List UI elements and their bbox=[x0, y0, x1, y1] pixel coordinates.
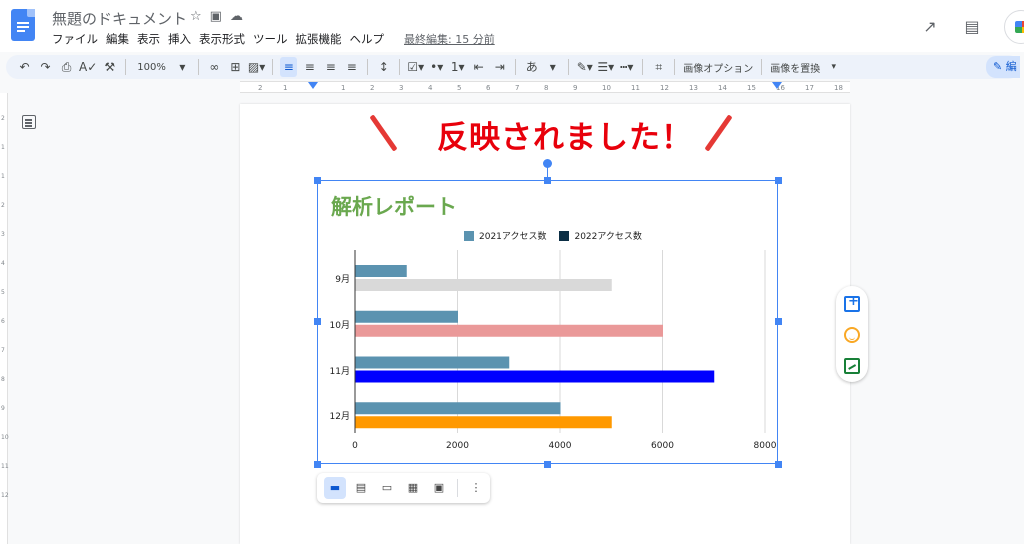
x-tick-label: 2000 bbox=[446, 441, 469, 451]
y-tick-label: 12月 bbox=[329, 412, 350, 423]
suggest-edits-icon[interactable] bbox=[844, 358, 860, 374]
wrap-text-icon[interactable]: ▤ bbox=[350, 477, 372, 499]
add-emoji-reaction-icon[interactable] bbox=[844, 327, 860, 343]
side-action-panel bbox=[836, 286, 868, 382]
chart-plot-area bbox=[354, 250, 766, 433]
bar-2022 bbox=[355, 370, 715, 383]
x-tick-label: 0 bbox=[352, 441, 358, 451]
x-tick-label: 4000 bbox=[548, 441, 572, 451]
x-tick-label: 8000 bbox=[753, 441, 777, 451]
add-comment-icon[interactable] bbox=[844, 294, 860, 312]
more-options-icon[interactable]: ⋮ bbox=[465, 477, 487, 499]
x-tick-label: 6000 bbox=[651, 441, 674, 451]
bar-2021 bbox=[355, 310, 458, 323]
toolbar-divider bbox=[457, 479, 458, 497]
bar-2022 bbox=[355, 416, 612, 429]
y-tick-label: 9月 bbox=[335, 275, 350, 285]
y-tick-label: 10月 bbox=[329, 320, 350, 331]
image-wrap-toolbar: ▬ ▤ ▭ ▦ ▣ ⋮ bbox=[317, 473, 490, 503]
y-tick-label: 11月 bbox=[329, 366, 350, 377]
break-text-icon[interactable]: ▭ bbox=[376, 477, 398, 499]
bar-2022 bbox=[355, 324, 663, 337]
in-front-of-text-icon[interactable]: ▣ bbox=[428, 477, 450, 499]
inline-wrap-icon[interactable]: ▬ bbox=[324, 477, 346, 499]
bar-2021 bbox=[355, 265, 407, 277]
behind-text-icon[interactable]: ▦ bbox=[402, 477, 424, 499]
bar-2022 bbox=[355, 279, 612, 291]
bar-2021 bbox=[355, 356, 510, 369]
bar-2021 bbox=[355, 402, 561, 415]
